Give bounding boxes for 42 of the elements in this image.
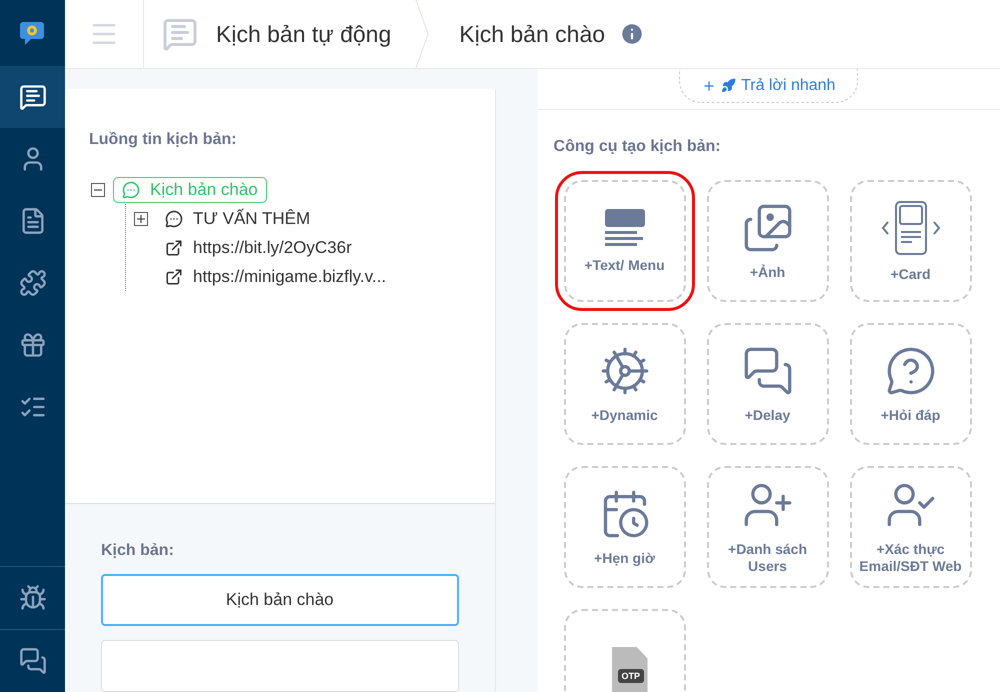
tool-card[interactable]: +Hỏi đáp	[850, 323, 972, 445]
section-title: Công cụ tạo kịch bản:	[554, 138, 722, 156]
bug-icon	[18, 584, 46, 612]
tool-card[interactable]: +Hẹn giờ	[564, 466, 686, 588]
question-bubble-icon	[884, 344, 937, 396]
puzzle-icon	[18, 269, 46, 297]
tree-node[interactable]: https://minigame.bizfly.v...	[156, 264, 396, 290]
chat-bubble-icon	[165, 210, 183, 228]
gift-icon	[18, 331, 46, 359]
plus-icon	[702, 79, 716, 93]
plus-icon	[135, 212, 147, 224]
tool-card[interactable]: +Delay	[706, 323, 829, 445]
chat-bubbles-icon	[742, 344, 794, 396]
tool-card[interactable]: +Danh sách Users	[706, 466, 829, 588]
tree-node[interactable]: TƯ VẤN THÊM	[156, 206, 320, 232]
external-link-icon	[165, 268, 183, 286]
collapse-toggle[interactable]	[91, 182, 105, 196]
tool-card[interactable]: OTP	[564, 609, 686, 692]
external-link-icon	[165, 238, 183, 256]
breadcrumb-item: Kịch bản chào	[459, 20, 606, 48]
sidebar-item[interactable]	[0, 66, 65, 128]
section-title: Luồng tin kịch bản:	[89, 131, 238, 149]
otp-label: OTP	[618, 669, 644, 683]
tree-node[interactable]: Kịch bản chào	[113, 176, 267, 202]
chat-icon	[162, 16, 198, 52]
breadcrumb-item[interactable]: Kịch bản tự động	[216, 20, 392, 48]
tool-card[interactable]: +Ảnh	[706, 180, 829, 302]
chat-icon	[18, 647, 46, 675]
tool-card[interactable]: +Xác thực Email/SĐT Web	[850, 466, 972, 588]
tool-card[interactable]: +Card	[850, 180, 972, 302]
quick-reply-button[interactable]: Trả lời nhanh	[679, 69, 858, 103]
rocket-icon	[721, 78, 736, 93]
chat-icon	[18, 83, 46, 111]
tool-card[interactable]: +Dynamic	[564, 323, 686, 445]
scenario-button[interactable]: Kịch bản chào	[101, 574, 459, 626]
section-title: Kịch bản:	[101, 542, 175, 560]
text-lines-icon	[604, 208, 645, 246]
tree-node[interactable]: https://bit.ly/2OyC36r	[156, 234, 361, 260]
expand-toggle[interactable]	[134, 212, 148, 226]
image-icon	[742, 202, 794, 254]
card-carousel-icon	[880, 200, 942, 256]
chat-bubble-icon	[122, 180, 140, 198]
